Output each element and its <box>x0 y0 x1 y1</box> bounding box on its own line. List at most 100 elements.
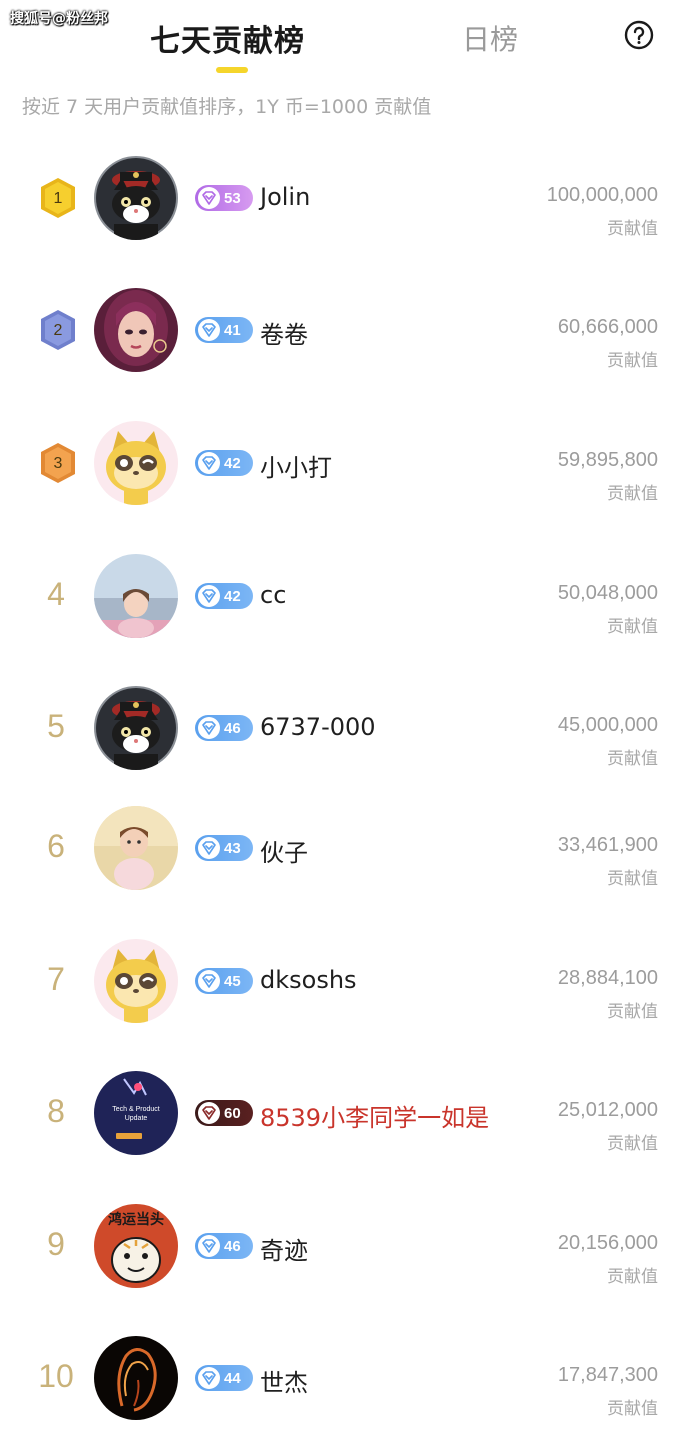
ranking-row[interactable]: 7 45 dksoshs 28,884,100 贡献值 <box>0 915 680 1047</box>
level-number: 42 <box>224 454 241 472</box>
contribution-score: 45,000,000 <box>557 714 658 736</box>
user-name[interactable]: cc <box>260 581 286 609</box>
contribution-label: 贡献值 <box>607 1267 658 1287</box>
user-name[interactable]: 8539小李同学一如是 <box>260 1098 489 1133</box>
contribution-score: 17,847,300 <box>557 1364 658 1386</box>
ranking-row[interactable]: 6 43 伙子 33,461,900 贡献值 <box>0 782 680 914</box>
rank-number: 5 <box>47 708 65 744</box>
level-badge: 41 <box>195 317 253 343</box>
header: 七天贡献榜 日榜 <box>0 0 680 90</box>
diamond-level-icon <box>198 585 220 607</box>
ranking-row[interactable]: 9 鸿运当头 46 奇迹 20,156,000 贡献值 <box>0 1180 680 1312</box>
user-name[interactable]: 奇迹 <box>260 1231 308 1266</box>
contribution-label: 贡献值 <box>607 351 658 371</box>
contribution-label: 贡献值 <box>607 219 658 239</box>
fire-portrait-avatar[interactable] <box>94 1336 178 1420</box>
level-number: 42 <box>224 587 241 605</box>
level-badge: 42 <box>195 583 253 609</box>
tab-seven-day[interactable]: 七天贡献榜 <box>150 16 305 60</box>
raccoon-avatar[interactable] <box>94 939 178 1023</box>
help-icon[interactable] <box>624 20 654 50</box>
level-number: 44 <box>224 1369 241 1387</box>
diamond-level-icon <box>198 717 220 739</box>
svg-text:Update: Update <box>125 1115 148 1122</box>
contribution-score: 59,895,800 <box>557 449 658 471</box>
svg-text:2: 2 <box>54 322 63 339</box>
level-badge: 43 <box>195 835 253 861</box>
contribution-label: 贡献值 <box>607 749 658 769</box>
cat-avatar[interactable] <box>94 686 178 770</box>
level-badge: 42 <box>195 450 253 476</box>
level-number: 43 <box>224 839 241 857</box>
contribution-label: 贡献值 <box>607 1399 658 1419</box>
diamond-level-icon <box>198 1235 220 1257</box>
ranking-row[interactable]: 3 42 小小打 59,895,800 贡献值 <box>0 397 680 529</box>
ranking-row[interactable]: 1 53 Jolin 100,000,000 贡献值 <box>0 132 680 264</box>
rank-1-badge-icon: 1 <box>38 176 78 220</box>
child-photo-avatar[interactable] <box>94 554 178 638</box>
contribution-score: 20,156,000 <box>557 1232 658 1254</box>
contribution-score: 50,048,000 <box>557 582 658 604</box>
level-badge: 44 <box>195 1365 253 1391</box>
cat-avatar[interactable] <box>94 156 178 240</box>
rank-2-badge-icon: 2 <box>38 308 78 352</box>
diamond-level-icon <box>198 837 220 859</box>
rank-number: 10 <box>38 1358 74 1394</box>
rank-number: 9 <box>47 1226 65 1262</box>
rank-number: 7 <box>47 961 65 997</box>
svg-text:1: 1 <box>54 190 63 207</box>
level-number: 53 <box>224 189 241 207</box>
user-name[interactable]: 伙子 <box>260 833 308 868</box>
ranking-row[interactable]: 8 Tech & Product Update 60 8539小李同学一如是 25,… <box>0 1047 680 1179</box>
contribution-score: 100,000,000 <box>546 184 658 206</box>
contribution-score: 33,461,900 <box>557 834 658 856</box>
ranking-row[interactable]: 2 41 卷卷 60,666,000 贡献值 <box>0 264 680 396</box>
user-name[interactable]: dksoshs <box>260 966 357 994</box>
active-tab-indicator <box>216 67 248 73</box>
contribution-score: 25,012,000 <box>557 1099 658 1121</box>
level-number: 45 <box>224 972 241 990</box>
toddler-photo-avatar[interactable] <box>94 806 178 890</box>
rank-number: 8 <box>47 1093 65 1129</box>
contribution-label: 贡献值 <box>607 1134 658 1154</box>
contribution-score: 60,666,000 <box>557 316 658 338</box>
user-name[interactable]: 6737-000 <box>260 713 376 741</box>
cartoon-tiger-avatar[interactable]: 鸿运当头 <box>94 1204 178 1288</box>
diamond-level-icon <box>198 452 220 474</box>
level-number: 41 <box>224 321 241 339</box>
user-name[interactable]: 卷卷 <box>260 315 308 350</box>
level-number: 60 <box>224 1104 241 1122</box>
level-badge: 46 <box>195 715 253 741</box>
rank-number: 6 <box>47 828 65 864</box>
level-badge: 45 <box>195 968 253 994</box>
contribution-label: 贡献值 <box>607 1002 658 1022</box>
contribution-label: 贡献值 <box>607 869 658 889</box>
raccoon-avatar[interactable] <box>94 421 178 505</box>
contribution-label: 贡献值 <box>607 617 658 637</box>
contribution-label: 贡献值 <box>607 484 658 504</box>
girl-portrait-avatar[interactable] <box>94 288 178 372</box>
ranking-row[interactable]: 4 42 cc 50,048,000 贡献值 <box>0 530 680 662</box>
level-badge: 60 <box>195 1100 253 1126</box>
rank-3-badge-icon: 3 <box>38 441 78 485</box>
tech-update-avatar[interactable]: Tech & Product Update <box>94 1071 178 1155</box>
user-name[interactable]: 小小打 <box>260 448 332 483</box>
user-name[interactable]: 世杰 <box>260 1363 308 1398</box>
level-number: 46 <box>224 1237 241 1255</box>
contribution-score: 28,884,100 <box>557 967 658 989</box>
tab-daily[interactable]: 日榜 <box>462 18 518 58</box>
tech-update-image: Tech & Product Update <box>94 1071 178 1155</box>
svg-text:Tech & Product: Tech & Product <box>112 1106 160 1113</box>
level-badge: 53 <box>195 185 253 211</box>
diamond-level-icon <box>198 970 220 992</box>
level-badge: 46 <box>195 1233 253 1259</box>
user-name[interactable]: Jolin <box>260 183 310 211</box>
diamond-level-icon <box>198 319 220 341</box>
ranking-row[interactable]: 5 46 6737-000 45,000,000 贡献值 <box>0 662 680 794</box>
svg-text:3: 3 <box>54 455 63 472</box>
ranking-description: 按近 7 天用户贡献值排序，1Y 币=1000 贡献值 <box>22 96 432 118</box>
svg-text:鸿运当头: 鸿运当头 <box>108 1211 164 1228</box>
diamond-level-icon <box>198 1367 220 1389</box>
ranking-row[interactable]: 10 44 世杰 17,847,300 贡献值 <box>0 1312 680 1444</box>
diamond-level-icon <box>198 1102 220 1124</box>
